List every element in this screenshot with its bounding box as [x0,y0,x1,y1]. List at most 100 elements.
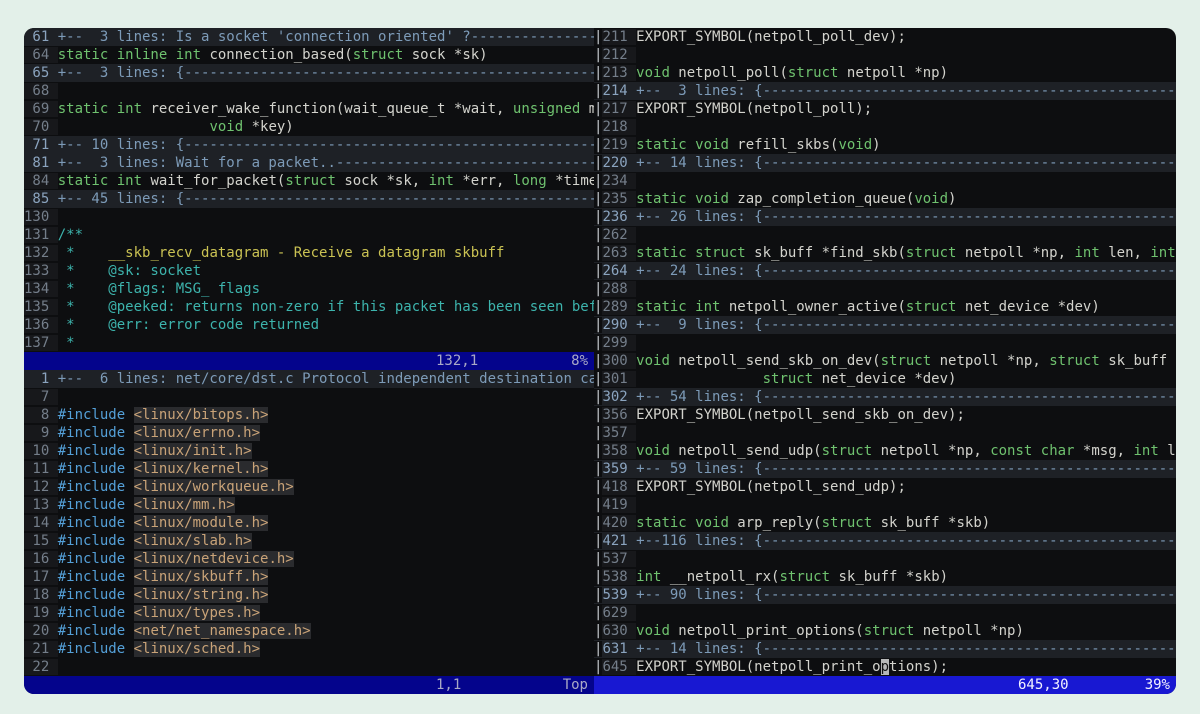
code-line[interactable]: 131 /** [24,226,594,244]
folded-code-line[interactable]: 1 +-- 6 lines: net/core/dst.c Protocol i… [24,370,594,388]
folded-code-line[interactable]: |631 +-- 14 lines: {--------------------… [594,640,1176,658]
code-line[interactable]: 135 * @peeked: returns non-zero if this … [24,298,594,316]
code-line[interactable]: 64 static inline int connection_based(st… [24,46,594,64]
code-line[interactable]: |219 static void refill_skbs(void) [594,136,1176,154]
code-line[interactable]: 15 #include <linux/slab.h> [24,532,594,550]
code-line[interactable]: 8 #include <linux/bitops.h> [24,406,594,424]
code-line[interactable]: 20 #include <net/net_namespace.h> [24,622,594,640]
code-line[interactable]: 137 * [24,334,594,352]
code-line[interactable]: 19 #include <linux/types.h> [24,604,594,622]
line-number: 20 [24,623,58,639]
code-text [125,605,133,621]
code-line[interactable]: 10 #include <linux/init.h> [24,442,594,460]
code-line[interactable]: |289 static int netpoll_owner_active(str… [594,298,1176,316]
code-line[interactable]: 21 #include <linux/sched.h> [24,640,594,658]
code-line[interactable]: 11 #include <linux/kernel.h> [24,460,594,478]
code-line[interactable]: 13 #include <linux/mm.h> [24,496,594,514]
code-line[interactable]: |301 struct net_device *dev) [594,370,1176,388]
code-line[interactable]: 136 * @err: error code returned [24,316,594,334]
code-line[interactable]: |288 [594,280,1176,298]
code-line[interactable]: |420 static void arp_reply(struct sk_buf… [594,514,1176,532]
code-line[interactable]: 68 [24,82,594,100]
code-line[interactable]: 133 * @sk: socket [24,262,594,280]
code-text: +-- 3 lines: Wait for a packet..--------… [58,155,594,171]
code-text: #include [58,587,125,603]
code-line[interactable]: |218 [594,118,1176,136]
code-text: struct [822,515,873,531]
folded-code-line[interactable]: 65 +-- 3 lines: {-----------------------… [24,64,594,82]
code-line[interactable]: 7 [24,388,594,406]
code-line[interactable]: 69 static int receiver_wake_function(wai… [24,100,594,118]
code-text: +-- 14 lines: {-------------------------… [636,155,1176,171]
code-text [125,641,133,657]
code-line[interactable]: 132 * __skb_recv_datagram - Receive a da… [24,244,594,262]
line-number: 212 [602,47,636,63]
code-line[interactable]: |262 [594,226,1176,244]
statusline-dst[interactable]: dst.c 1,1 Top [24,676,594,694]
code-line[interactable]: 14 #include <linux/module.h> [24,514,594,532]
code-text: #include [58,443,125,459]
code-line[interactable]: |630 void netpoll_print_options(struct n… [594,622,1176,640]
code-line[interactable]: |419 [594,496,1176,514]
code-line[interactable]: 9 #include <linux/errno.h> [24,424,594,442]
code-line[interactable]: |213 void netpoll_poll(struct netpoll *n… [594,64,1176,82]
code-text: EXPORT_SYMBOL(netpoll_send_skb_on_dev); [636,407,965,423]
folded-code-line[interactable]: 71 +-- 10 lines: {----------------------… [24,136,594,154]
folded-code-line[interactable]: |359 +-- 59 lines: {--------------------… [594,460,1176,478]
code-line[interactable]: |299 [594,334,1176,352]
code-text: #include [58,425,125,441]
code-line[interactable]: |235 static void zap_completion_queue(vo… [594,190,1176,208]
code-line[interactable]: 134 * @flags: MSG_ flags [24,280,594,298]
line-number: 537 [602,551,636,567]
code-line[interactable]: |357 [594,424,1176,442]
code-line[interactable]: |538 int __netpoll_rx(struct sk_buff *sk… [594,568,1176,586]
folded-code-line[interactable]: 61 +-- 3 lines: Is a socket 'connection … [24,28,594,46]
folded-code-line[interactable]: |214 +-- 3 lines: {---------------------… [594,82,1176,100]
code-text [125,533,133,549]
code-line[interactable]: 22 [24,658,594,676]
folded-code-line[interactable]: |236 +-- 26 lines: {--------------------… [594,208,1176,226]
folded-code-line[interactable]: |290 +-- 9 lines: {---------------------… [594,316,1176,334]
code-line[interactable]: |358 void netpoll_send_udp(struct netpol… [594,442,1176,460]
code-text: #include [58,641,125,657]
code-line[interactable]: |217 EXPORT_SYMBOL(netpoll_poll); [594,100,1176,118]
code-line[interactable]: |300 void netpoll_send_skb_on_dev(struct… [594,352,1176,370]
code-line[interactable]: |234 [594,172,1176,190]
editor-pane-netpoll[interactable]: |211 EXPORT_SYMBOL(netpoll_poll_dev);|21… [594,28,1176,676]
folded-code-line[interactable]: 81 +-- 3 lines: Wait for a packet..-----… [24,154,594,172]
line-number: 12 [24,479,58,495]
code-line[interactable]: |211 EXPORT_SYMBOL(netpoll_poll_dev); [594,28,1176,46]
code-line[interactable]: 130 [24,208,594,226]
folded-code-line[interactable]: |264 +-- 24 lines: {--------------------… [594,262,1176,280]
code-line[interactable]: |212 [594,46,1176,64]
folded-code-line[interactable]: |302 +-- 54 lines: {--------------------… [594,388,1176,406]
code-line[interactable]: |263 static struct sk_buff *find_skb(str… [594,244,1176,262]
code-line[interactable]: 17 #include <linux/skbuff.h> [24,568,594,586]
code-line[interactable]: |356 EXPORT_SYMBOL(netpoll_send_skb_on_d… [594,406,1176,424]
folded-code-line[interactable]: |539 +-- 90 lines: {--------------------… [594,586,1176,604]
code-line[interactable]: 84 static int wait_for_packet(struct soc… [24,172,594,190]
code-text: * @err: error code returned [58,317,319,333]
code-line[interactable]: 12 #include <linux/workqueue.h> [24,478,594,496]
code-text: +-- 10 lines: {-------------------------… [58,137,594,153]
code-line[interactable]: 18 #include <linux/string.h> [24,586,594,604]
code-text: static int [636,299,720,315]
folded-code-line[interactable]: |421 +--116 lines: {--------------------… [594,532,1176,550]
code-line[interactable]: |645 EXPORT_SYMBOL(netpoll_print_options… [594,658,1176,676]
line-number: 220 [602,155,636,171]
code-text: +-- 90 lines: {-------------------------… [636,587,1176,603]
editor-pane-datagram[interactable]: 61 +-- 3 lines: Is a socket 'connection … [24,28,594,352]
editor-pane-dst[interactable]: 1 +-- 6 lines: net/core/dst.c Protocol i… [24,370,594,676]
code-line[interactable]: 70 void *key) [24,118,594,136]
statusline-datagram[interactable]: datagram.c 132,1 8% [24,352,594,370]
code-line[interactable]: |629 [594,604,1176,622]
code-text [125,515,133,531]
code-line[interactable]: |537 [594,550,1176,568]
code-text: const char [990,443,1074,459]
folded-code-line[interactable]: 85 +-- 45 lines: {----------------------… [24,190,594,208]
code-line[interactable]: 16 #include <linux/netdevice.h> [24,550,594,568]
folded-code-line[interactable]: |220 +-- 14 lines: {--------------------… [594,154,1176,172]
statusline-netpoll[interactable]: netpoll.c 645,30 39% [594,676,1176,694]
code-text: #include [58,407,125,423]
code-line[interactable]: |418 EXPORT_SYMBOL(netpoll_send_udp); [594,478,1176,496]
